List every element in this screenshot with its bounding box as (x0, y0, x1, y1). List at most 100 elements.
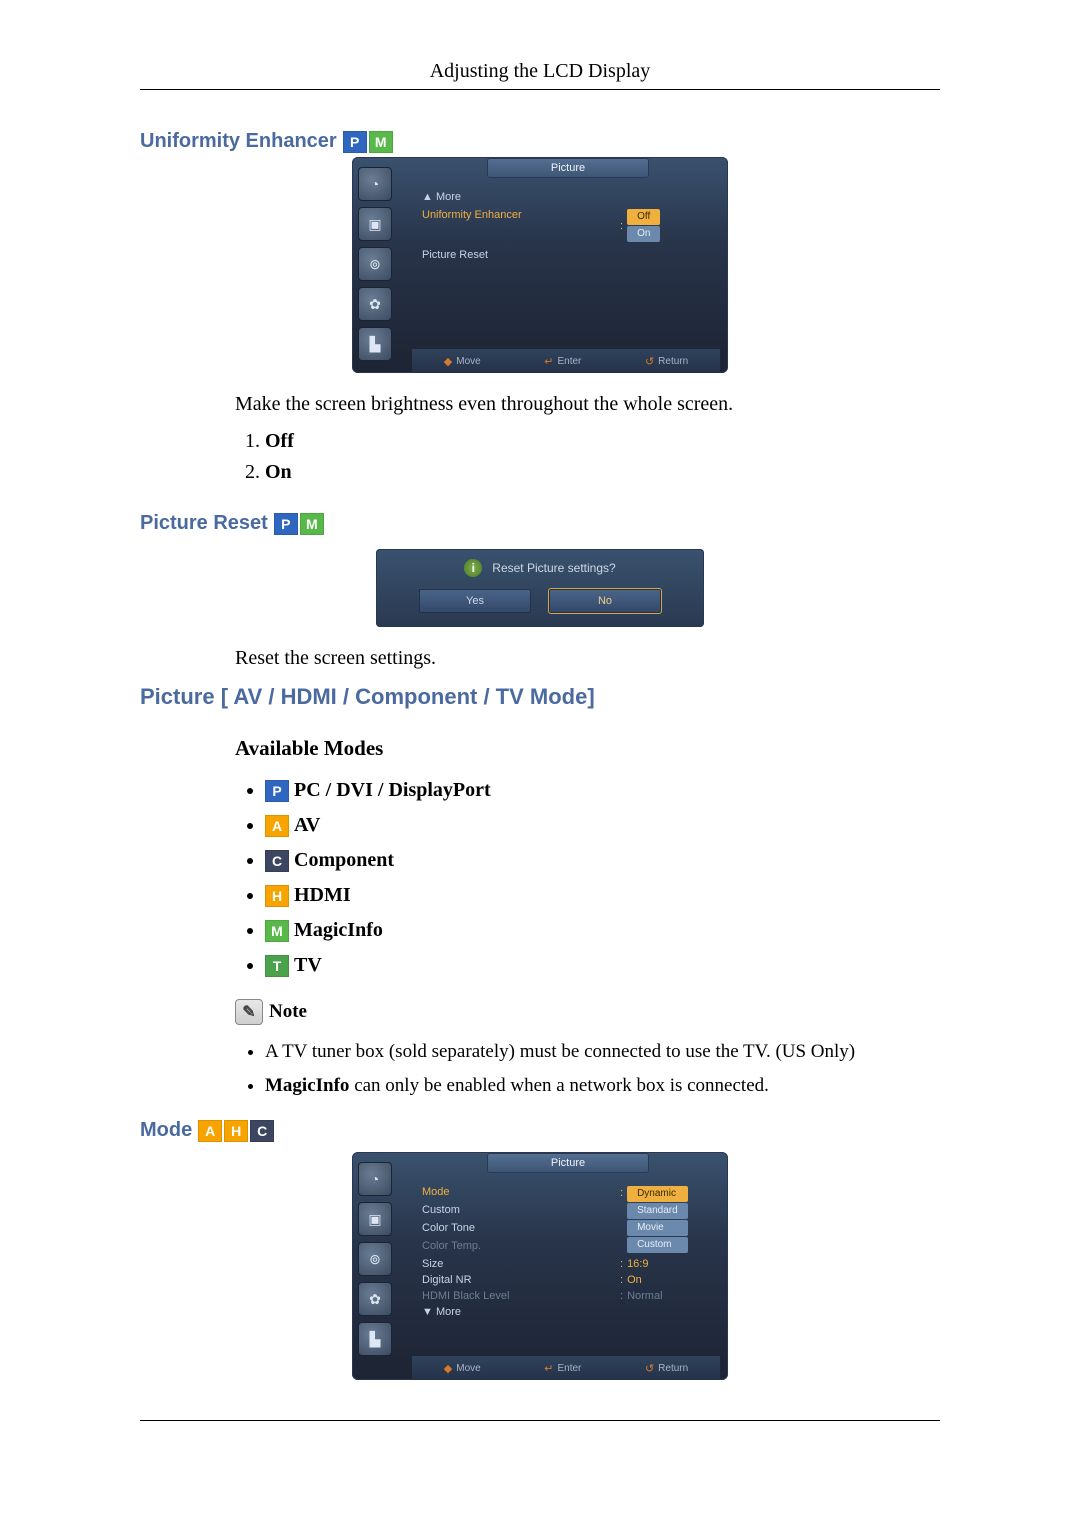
osd-setup-icon: ⊚ (358, 1242, 392, 1276)
osd-row-color-tone: Color Tone (422, 1222, 614, 1236)
mode-title-row: Mode A H C (140, 1119, 940, 1142)
section-mode: Mode A H C ◔ ▣ ⊚ ✿ ▙ Picture Mode (140, 1119, 940, 1380)
bottom-rule (140, 1420, 940, 1421)
osd-multi-icon: ▙ (358, 1322, 392, 1356)
osd-row-digital-nr: Digital NR (422, 1274, 614, 1286)
osd-row-mode: Mode (422, 1186, 614, 1200)
mode-component: C Component (265, 843, 940, 878)
uniformity-desc: Make the screen brightness even througho… (235, 393, 940, 416)
section-uniformity: Uniformity Enhancer P M ◔ ▣ ⊚ ✿ ▙ Pictur… (140, 130, 940, 488)
uniformity-options: Off On (235, 426, 940, 488)
a-mode-icon: A (265, 815, 289, 837)
note-tv-tuner: A TV tuner box (sold separately) must be… (265, 1035, 940, 1069)
osd-val-hdmi-black: :Normal (620, 1290, 710, 1302)
note-icon: ✎ (235, 999, 263, 1025)
h-mode-icon: H (265, 885, 289, 907)
uniformity-badges: P M (343, 131, 393, 153)
osd-picture-icon: ◔ (358, 1162, 392, 1196)
reset-no-button[interactable]: No (549, 589, 661, 613)
osd-row-color-temp: Color Temp. (422, 1240, 614, 1254)
osd-footer-move: ◆Move (444, 355, 481, 368)
osd-menu: ◔ ▣ ⊚ ✿ ▙ Picture ▲ More Uniformity Enha… (352, 157, 728, 373)
osd-row-uniformity: Uniformity Enhancer (422, 209, 614, 243)
osd-content: Picture Mode : Dynamic Standard Movie Cu… (408, 1152, 728, 1380)
m-mode-icon: M (369, 131, 393, 153)
osd-val-stack: : Off On (620, 209, 710, 243)
osd-title: Picture (487, 158, 649, 178)
osd-opt-custom: Custom (627, 1237, 688, 1253)
osd-rows: ▲ More Uniformity Enhancer : Off On Pict… (412, 185, 720, 317)
osd-opt-on: On (627, 226, 660, 242)
osd-row-hdmi-black: HDMI Black Level (422, 1290, 614, 1302)
osd-opt-standard: Standard (627, 1203, 688, 1219)
osd-footer-enter: ↵Enter (544, 355, 581, 368)
p-mode-icon: P (343, 131, 367, 153)
osd-picture-icon: ◔ (358, 167, 392, 201)
osd-content: Picture ▲ More Uniformity Enhancer : Off… (408, 157, 728, 373)
available-modes-list: P PC / DVI / DisplayPort A AV C Componen… (235, 773, 940, 983)
osd-option-icon: ✿ (358, 287, 392, 321)
osd-row-custom: Custom (422, 1204, 614, 1218)
osd-sound-icon: ▣ (358, 1202, 392, 1236)
osd-footer: ◆Move ↵Enter ↺Return (412, 1356, 720, 1380)
t-mode-icon: T (265, 955, 289, 977)
c-mode-icon: C (265, 850, 289, 872)
mode-title-text: Mode (140, 1119, 192, 1142)
osd-footer-return: ↺Return (645, 355, 688, 368)
reset-yes-button[interactable]: Yes (419, 589, 531, 613)
h-mode-icon: H (224, 1120, 248, 1142)
osd-opt-dynamic: Dynamic (627, 1186, 688, 1202)
osd-row-size: Size (422, 1258, 614, 1270)
section-picture-reset: Picture Reset P M i Reset Picture settin… (140, 512, 940, 670)
picture-av-title: Picture [ AV / HDMI / Component / TV Mod… (140, 684, 940, 710)
notes-list: A TV tuner box (sold separately) must be… (235, 1035, 940, 1103)
osd-more-down: ▼ More (422, 1306, 710, 1318)
section-picture-av: Picture [ AV / HDMI / Component / TV Mod… (140, 684, 940, 1103)
mode-tv: T TV (265, 948, 940, 983)
osd-val-digital-nr: :On (620, 1274, 710, 1286)
osd-setup-icon: ⊚ (358, 247, 392, 281)
osd-option-icon: ✿ (358, 1282, 392, 1316)
reset-question: Reset Picture settings? (492, 561, 615, 575)
reset-question-row: i Reset Picture settings? (390, 559, 690, 577)
m-mode-icon: M (300, 513, 324, 535)
mode-hdmi: H HDMI (265, 878, 940, 913)
uniformity-opt-on: On (265, 457, 940, 488)
reset-dialog-screenshot: i Reset Picture settings? Yes No (140, 549, 940, 627)
mode-av: A AV (265, 808, 940, 843)
note-label: Note (269, 1001, 307, 1023)
info-icon: i (464, 559, 482, 577)
osd-icon-column: ◔ ▣ ⊚ ✿ ▙ (352, 157, 408, 373)
mode-badges: A H C (198, 1120, 274, 1142)
osd-menu: ◔ ▣ ⊚ ✿ ▙ Picture Mode : Dynamic St (352, 1152, 728, 1380)
reset-button-row: Yes No (390, 589, 690, 613)
osd-footer-return: ↺Return (645, 1362, 688, 1375)
note-heading: ✎ Note (235, 999, 940, 1025)
osd-opt-movie: Movie (627, 1220, 688, 1236)
osd-row-picture-reset: Picture Reset (422, 249, 614, 261)
osd-title: Picture (487, 1153, 649, 1173)
osd-icon-column: ◔ ▣ ⊚ ✿ ▙ (352, 1152, 408, 1380)
p-mode-icon: P (265, 780, 289, 802)
uniformity-title-text: Uniformity Enhancer (140, 130, 337, 153)
picture-reset-badges: P M (274, 513, 324, 535)
osd-opt-off: Off (627, 209, 660, 225)
c-mode-icon: C (250, 1120, 274, 1142)
osd-val-mode-stack: : Dynamic Standard Movie Custom (620, 1186, 710, 1254)
osd-footer: ◆Move ↵Enter ↺Return (412, 349, 720, 373)
osd-val-empty (620, 249, 710, 261)
uniformity-opt-off: Off (265, 426, 940, 457)
osd-more-up: ▲ More (422, 191, 710, 203)
osd-footer-move: ◆Move (444, 1362, 481, 1375)
m-mode-icon: M (265, 920, 289, 942)
p-mode-icon: P (274, 513, 298, 535)
osd-multi-icon: ▙ (358, 327, 392, 361)
osd-val-size: :16:9 (620, 1258, 710, 1270)
osd-rows: Mode : Dynamic Standard Movie Custom Cus… (412, 1180, 720, 1324)
top-rule (140, 89, 940, 90)
mode-osd-screenshot: ◔ ▣ ⊚ ✿ ▙ Picture Mode : Dynamic St (140, 1152, 940, 1380)
page-header-title: Adjusting the LCD Display (140, 60, 940, 89)
uniformity-title: Uniformity Enhancer P M (140, 130, 940, 153)
page: Adjusting the LCD Display Uniformity Enh… (0, 0, 1080, 1481)
note-magicinfo: MagicInfo can only be enabled when a net… (265, 1069, 940, 1103)
